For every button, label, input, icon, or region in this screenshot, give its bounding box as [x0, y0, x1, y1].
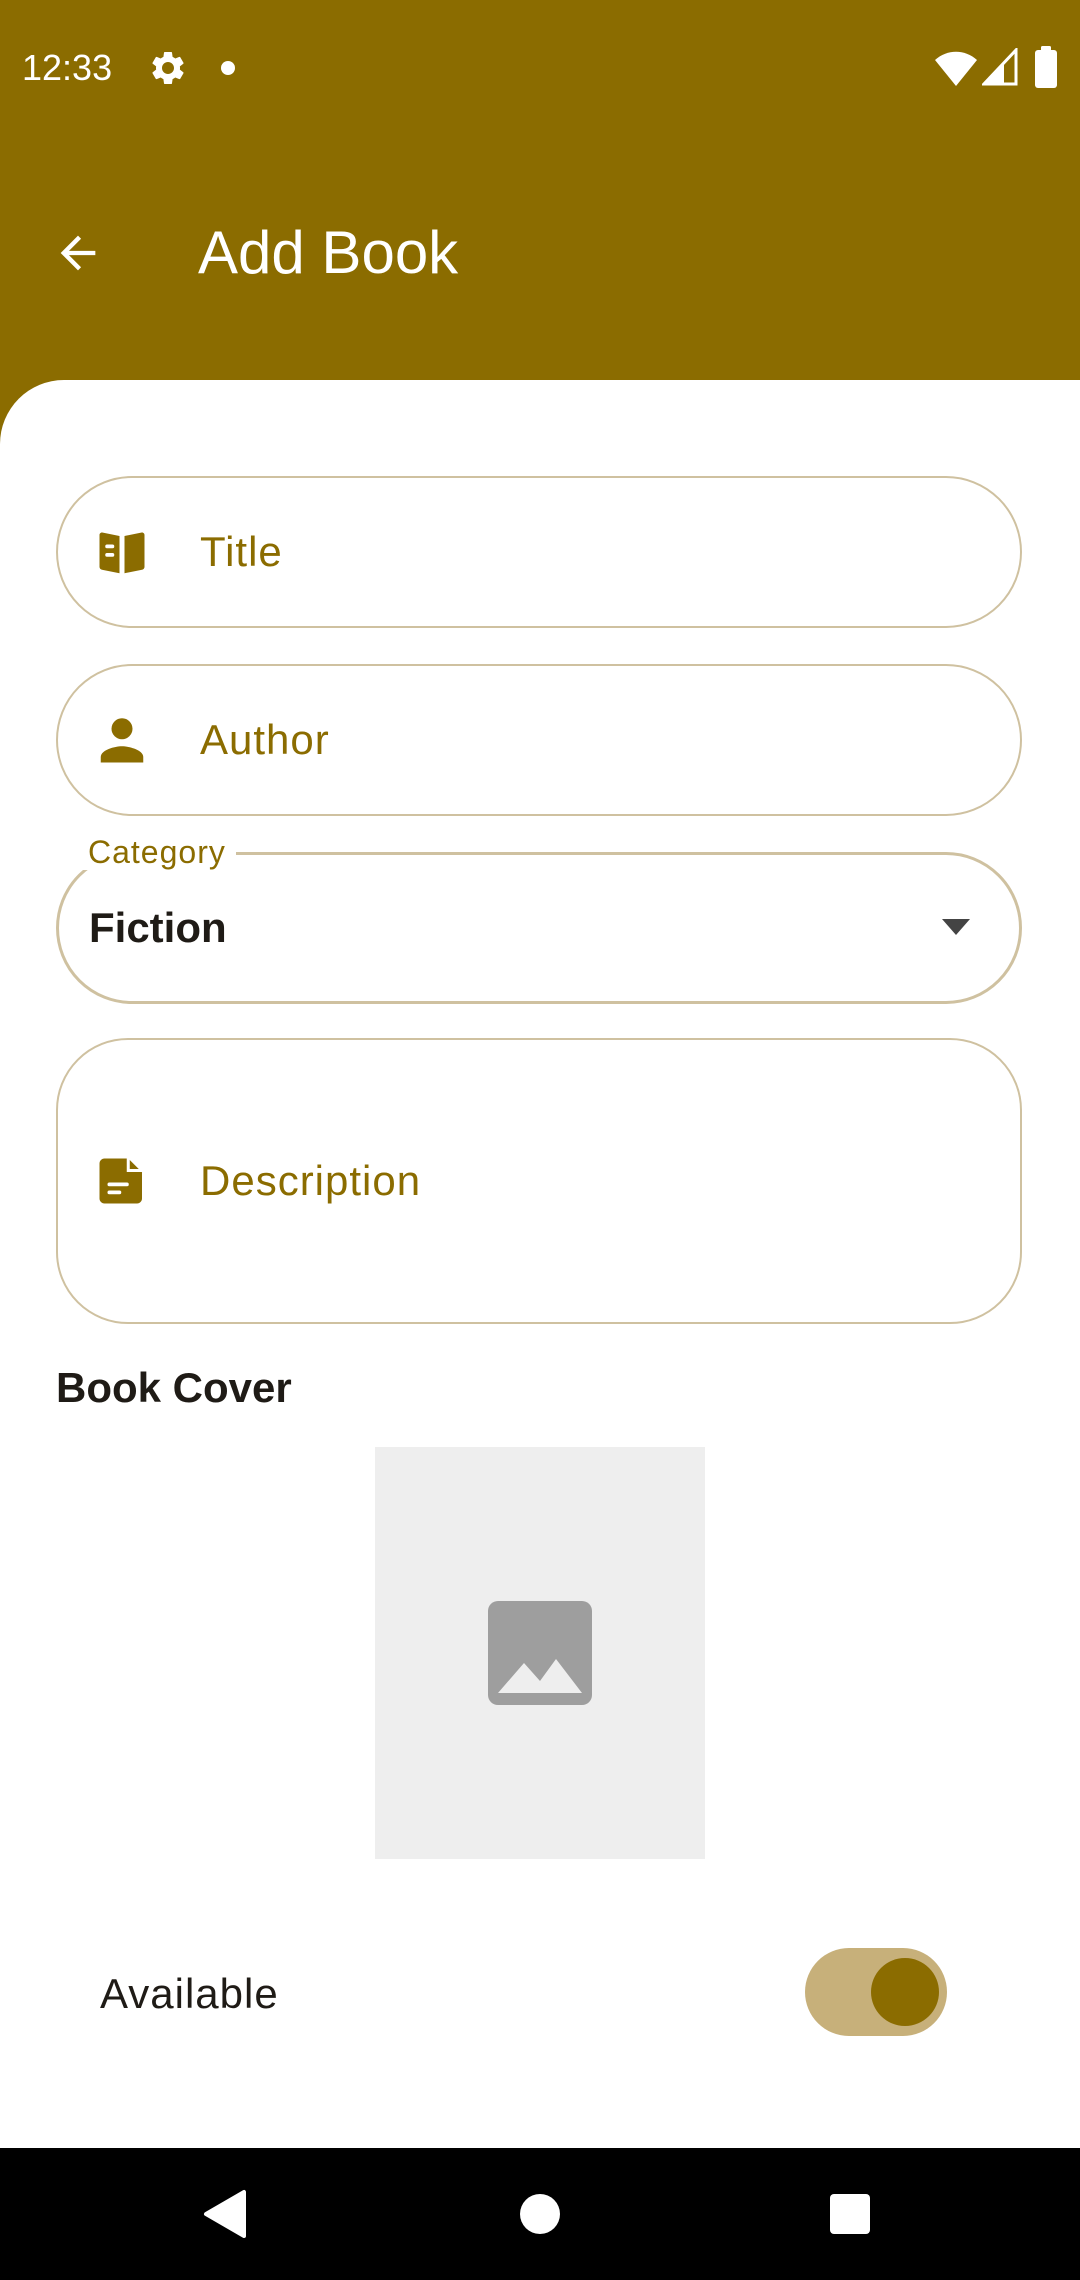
- book-icon: [92, 522, 152, 582]
- status-time: 12:33: [22, 47, 113, 88]
- page-title: Add Book: [198, 219, 459, 286]
- description-field[interactable]: Description: [56, 1038, 1022, 1324]
- nav-recents-button[interactable]: [816, 2180, 884, 2248]
- app-bar: Add Book: [0, 135, 1080, 380]
- image-icon: [488, 1601, 592, 1705]
- home-circle-icon: [520, 2194, 560, 2234]
- available-toggle[interactable]: [805, 1948, 947, 2036]
- title-placeholder: Title: [200, 528, 283, 575]
- system-nav-bar: [0, 2148, 1080, 2280]
- title-field[interactable]: Title: [56, 476, 1022, 628]
- book-cover-picker[interactable]: [375, 1447, 705, 1859]
- available-row: Available: [0, 1940, 1080, 2050]
- cellular-signal-icon: [982, 48, 1018, 86]
- wifi-icon: [935, 51, 977, 86]
- form-sheet: Title Author Fiction Category Descriptio…: [0, 380, 1080, 2148]
- status-bar: 12:33: [0, 0, 1080, 135]
- recents-square-icon: [830, 2194, 870, 2234]
- battery-icon: [1035, 46, 1057, 88]
- dropdown-arrow-icon: [942, 919, 970, 935]
- arrow-back-icon: [60, 235, 96, 271]
- nav-back-button[interactable]: [190, 2180, 258, 2248]
- author-field[interactable]: Author: [56, 664, 1022, 816]
- person-icon: [92, 710, 152, 770]
- book-cover-heading: Book Cover: [56, 1364, 292, 1411]
- author-placeholder: Author: [200, 716, 330, 763]
- category-dropdown[interactable]: Fiction: [56, 852, 1022, 1004]
- description-placeholder: Description: [200, 1157, 422, 1204]
- category-label: Category: [78, 834, 236, 870]
- settings-icon: [152, 51, 184, 84]
- toggle-knob: [871, 1958, 939, 2026]
- notification-dot-icon: [221, 61, 235, 75]
- category-value: Fiction: [89, 904, 227, 951]
- back-button[interactable]: [38, 213, 118, 293]
- available-label: Available: [100, 1970, 279, 2017]
- nav-home-button[interactable]: [506, 2180, 574, 2248]
- back-triangle-icon: [204, 2190, 246, 2238]
- description-icon: [92, 1151, 152, 1211]
